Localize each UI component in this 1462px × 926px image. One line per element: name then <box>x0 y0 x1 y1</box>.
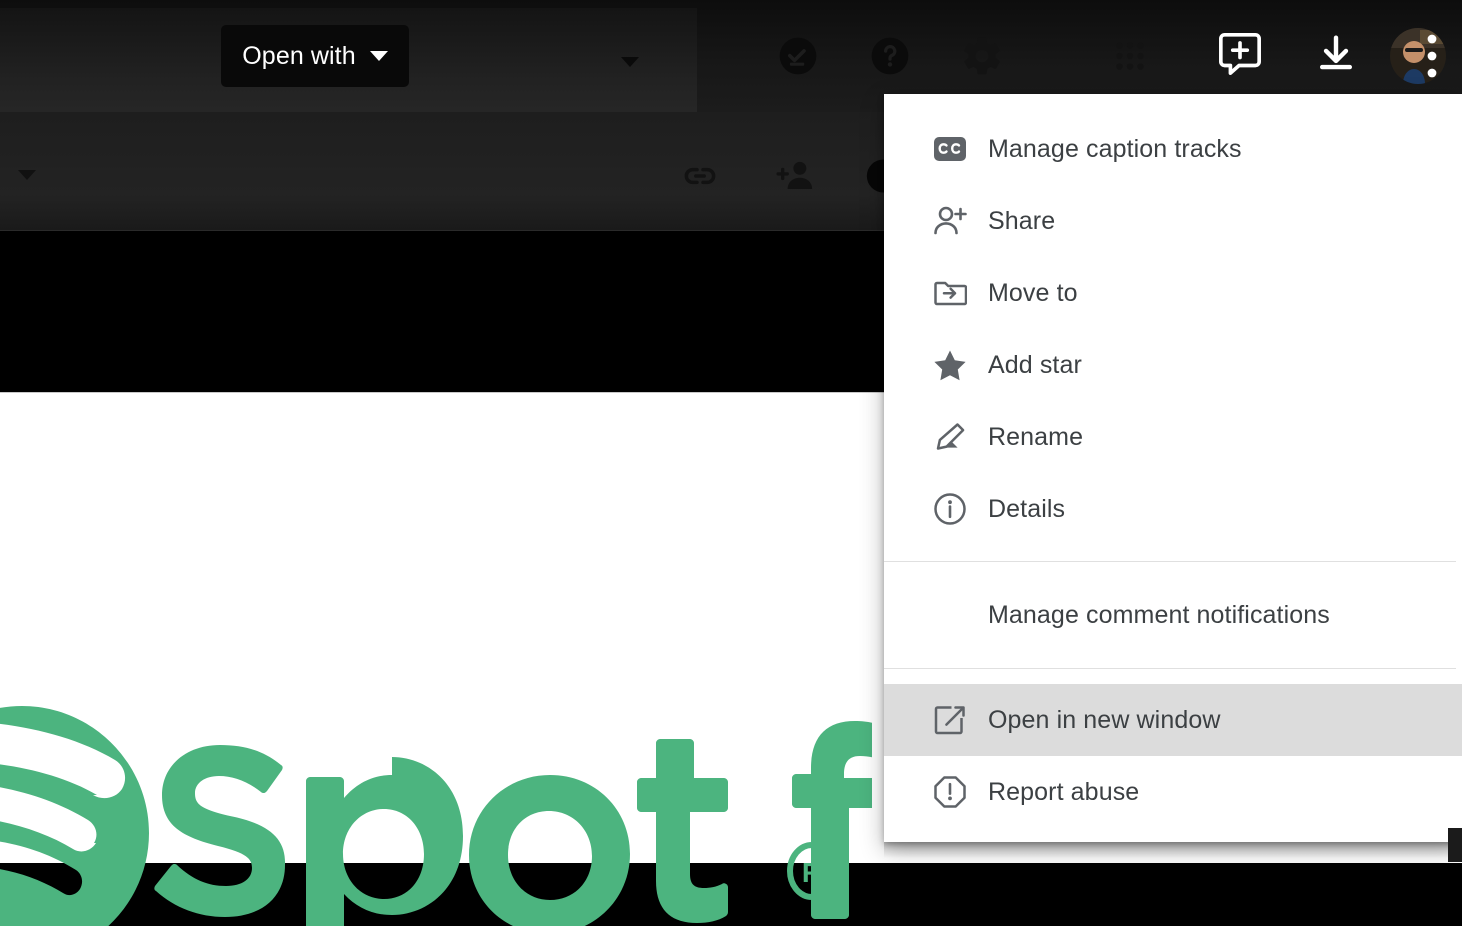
info-details-icon <box>932 491 968 527</box>
chevron-down-icon <box>369 51 388 61</box>
menu-item-report-abuse[interactable]: Report abuse <box>884 756 1462 828</box>
menu-item-label: Report abuse <box>988 777 1140 806</box>
menu-item-share[interactable]: Share <box>884 185 1462 257</box>
menu-item-manage-comment-notifications[interactable]: Manage comment notifications <box>884 579 1462 651</box>
menu-item-add-star[interactable]: Add star <box>884 329 1462 401</box>
menu-item-label: Manage comment notifications <box>988 600 1330 629</box>
menu-item-rename[interactable]: Rename <box>884 401 1462 473</box>
apps-grid-icon[interactable] <box>1106 32 1154 80</box>
menu-item-label: Manage caption tracks <box>988 134 1242 163</box>
menu-item-details[interactable]: Details <box>884 473 1462 545</box>
menu-drop-shadow <box>884 842 1462 858</box>
menu-item-label: Move to <box>988 278 1078 307</box>
settings-gear-icon[interactable] <box>958 32 1006 80</box>
add-comment-icon[interactable] <box>1214 28 1266 80</box>
help-icon[interactable] <box>866 32 914 80</box>
open-with-label: Open with <box>242 41 356 70</box>
menu-section-primary: Manage caption tracks Share Move to Add … <box>884 94 1462 561</box>
menu-item-label: Add star <box>988 350 1082 379</box>
link-icon[interactable] <box>676 152 724 200</box>
scrollbar-corner <box>1448 828 1462 862</box>
more-vertical-icon[interactable] <box>1412 28 1452 84</box>
closed-caption-icon <box>932 131 968 167</box>
menu-item-label: Open in new window <box>988 705 1221 734</box>
secondary-toolbar-chevron-down-icon[interactable] <box>18 170 36 180</box>
star-icon <box>932 347 968 383</box>
menu-section-notifications: Manage comment notifications <box>884 562 1462 668</box>
context-menu: Manage caption tracks Share Move to Add … <box>884 94 1462 842</box>
download-icon[interactable] <box>1310 28 1362 80</box>
toolbar-secondary-chevron-down-icon[interactable] <box>621 57 639 67</box>
report-abuse-icon <box>932 774 968 810</box>
open-in-new-window-icon <box>932 702 968 738</box>
menu-item-label: Rename <box>988 422 1084 451</box>
menu-item-manage-caption-tracks[interactable]: Manage caption tracks <box>884 113 1462 185</box>
open-with-button[interactable]: Open with <box>221 25 409 87</box>
menu-section-window: Open in new window Report abuse <box>884 669 1462 843</box>
menu-item-move-to[interactable]: Move to <box>884 257 1462 329</box>
rename-pencil-icon <box>932 419 968 455</box>
menu-item-label: Details <box>988 494 1066 523</box>
menu-item-label: Share <box>988 206 1056 235</box>
menu-item-open-in-new-window[interactable]: Open in new window <box>884 684 1462 756</box>
tasks-icon[interactable] <box>774 32 822 80</box>
move-to-folder-icon <box>932 275 968 311</box>
add-person-icon[interactable] <box>772 152 820 200</box>
share-person-add-icon <box>932 203 968 239</box>
